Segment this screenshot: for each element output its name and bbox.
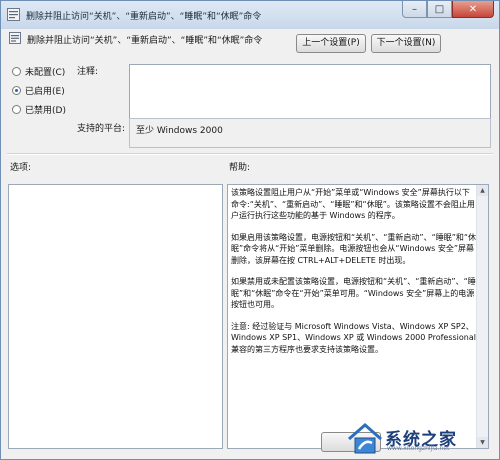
window-title: 删除并阻止访问“关机”、“重新启动”、“睡眠”和“休眠”命令 (26, 12, 262, 22)
help-panel[interactable]: 该策略设置阻止用户从“开始”菜单或“Windows 安全”屏幕执行以下命令:“关… (227, 184, 489, 449)
help-text: 该策略设置阻止用户从“开始”菜单或“Windows 安全”屏幕执行以下命令:“关… (231, 187, 477, 365)
radio-button-selected[interactable] (12, 85, 21, 95)
radio-label: 已禁用(D) (25, 105, 66, 116)
policy-editor-window: 删除并阻止访问“关机”、“重新启动”、“睡眠”和“休眠”命令 – □ ✕ 删除并… (0, 0, 500, 460)
help-label: 帮助: (229, 163, 251, 173)
dialog-client-area: 删除并阻止访问“关机”、“重新启动”、“睡眠”和“休眠”命令 上一个设置(P) … (1, 29, 499, 459)
previous-setting-button[interactable]: 上一个设置(P) (296, 34, 366, 53)
supported-platform-value: 至少 Windows 2000 (136, 126, 223, 136)
scroll-up-arrow-icon[interactable]: ▲ (477, 185, 488, 196)
supported-platform-label: 支持的平台: (77, 124, 126, 134)
radio-not-configured[interactable]: 未配置(C) (12, 64, 65, 78)
title-bar[interactable]: 删除并阻止访问“关机”、“重新启动”、“睡眠”和“休眠”命令 – □ ✕ (1, 1, 499, 29)
setting-title: 删除并阻止访问“关机”、“重新启动”、“睡眠”和“休眠”命令 (27, 36, 263, 46)
help-scrollbar[interactable]: ▲ ▼ (476, 185, 488, 448)
close-icon: ✕ (468, 3, 478, 15)
maximize-icon: □ (434, 3, 445, 15)
help-paragraph: 该策略设置阻止用户从“开始”菜单或“Windows 安全”屏幕执行以下命令:“关… (231, 188, 475, 220)
options-panel (8, 184, 223, 449)
minimize-icon: – (412, 3, 417, 15)
help-paragraph: 如果禁用或未配置该策略设置，电源按钮和“关机”、“重新启动”、“睡眠”和“休眠”… (231, 277, 476, 309)
watermark-url: www.xitongzhijia.net (387, 445, 450, 452)
options-label: 选项: (10, 163, 32, 173)
help-paragraph: 如果启用该策略设置，电源按钮和“关机”、“重新启动”、“睡眠”和“休眠”命令将从… (231, 232, 477, 265)
window-controls: – □ ✕ (402, 1, 494, 19)
comment-label: 注释: (77, 67, 99, 77)
maximize-button[interactable]: □ (427, 1, 452, 18)
close-button[interactable]: ✕ (452, 1, 494, 18)
help-paragraph: 注意: 经过验证与 Microsoft Windows Vista、Window… (231, 321, 476, 354)
radio-label: 已启用(E) (25, 86, 65, 97)
radio-enabled[interactable]: 已启用(E) (12, 83, 65, 97)
policy-setting-icon (7, 8, 20, 21)
section-divider (7, 153, 493, 155)
next-setting-button[interactable]: 下一个设置(N) (371, 34, 441, 53)
minimize-button[interactable]: – (402, 1, 427, 18)
radio-label: 未配置(C) (25, 67, 66, 78)
radio-button[interactable] (12, 66, 21, 76)
watermark-house-icon (348, 423, 382, 454)
radio-disabled[interactable]: 已禁用(D) (12, 102, 66, 116)
watermark-logo: 系统之家 www.xitongzhijia.net (345, 419, 495, 457)
supported-platform-field: 至少 Windows 2000 (129, 118, 491, 148)
radio-button[interactable] (12, 104, 21, 114)
policy-setting-icon (9, 32, 21, 44)
